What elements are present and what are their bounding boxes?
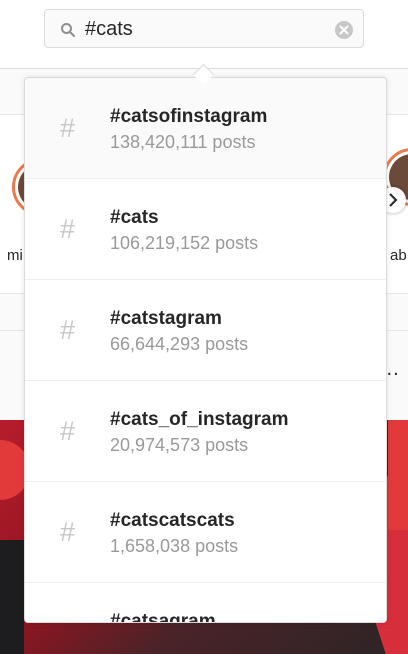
result-tag-name: #cats_of_instagram: [110, 409, 289, 430]
result-post-count: 66,644,293 posts: [110, 334, 249, 354]
top-bar: #cats: [0, 0, 408, 69]
screen: #cats mi ab ... # #catsofinstagram 138,4…: [0, 0, 408, 654]
story-name-left: mi: [7, 247, 23, 264]
hashtag-icon: #: [60, 214, 76, 244]
chevron-right-icon: [389, 193, 398, 207]
search-results-dropdown: # #catsofinstagram 138,420,111 posts # #…: [24, 77, 387, 623]
result-tag-name: #catscatscats: [110, 510, 235, 531]
search-value: #cats: [85, 18, 133, 40]
clear-icon[interactable]: [334, 20, 354, 40]
result-post-count: 106,219,152 posts: [110, 233, 259, 253]
search-result-item[interactable]: # #catstagram 66,644,293 posts: [25, 280, 386, 381]
search-result-item[interactable]: # #cats_of_instagram 20,974,573 posts: [25, 381, 386, 482]
result-tag-name: #catstagram: [110, 308, 222, 329]
search-result-item[interactable]: # #catsagram: [25, 583, 386, 623]
result-post-count: 20,974,573 posts: [110, 435, 249, 455]
result-post-count: 1,658,038 posts: [110, 536, 239, 556]
hashtag-icon: #: [60, 619, 75, 622]
result-tag-name: #catsofinstagram: [110, 106, 268, 127]
result-tag-name: #cats: [110, 207, 159, 228]
search-result-item[interactable]: # #cats 106,219,152 posts: [25, 179, 386, 280]
hashtag-icon: #: [60, 517, 76, 547]
search-result-item[interactable]: # #catscatscats 1,658,038 posts: [25, 482, 386, 583]
search-input[interactable]: #cats: [44, 9, 364, 48]
hashtag-icon: #: [60, 113, 76, 143]
result-tag-name: #catsagram: [110, 611, 216, 623]
search-result-item[interactable]: # #catsofinstagram 138,420,111 posts: [25, 78, 386, 179]
search-icon: [60, 22, 76, 38]
hashtag-icon: #: [60, 416, 76, 446]
hashtag-icon: #: [60, 315, 76, 345]
story-name-right: ab: [390, 247, 407, 264]
result-post-count: 138,420,111 posts: [110, 132, 256, 152]
